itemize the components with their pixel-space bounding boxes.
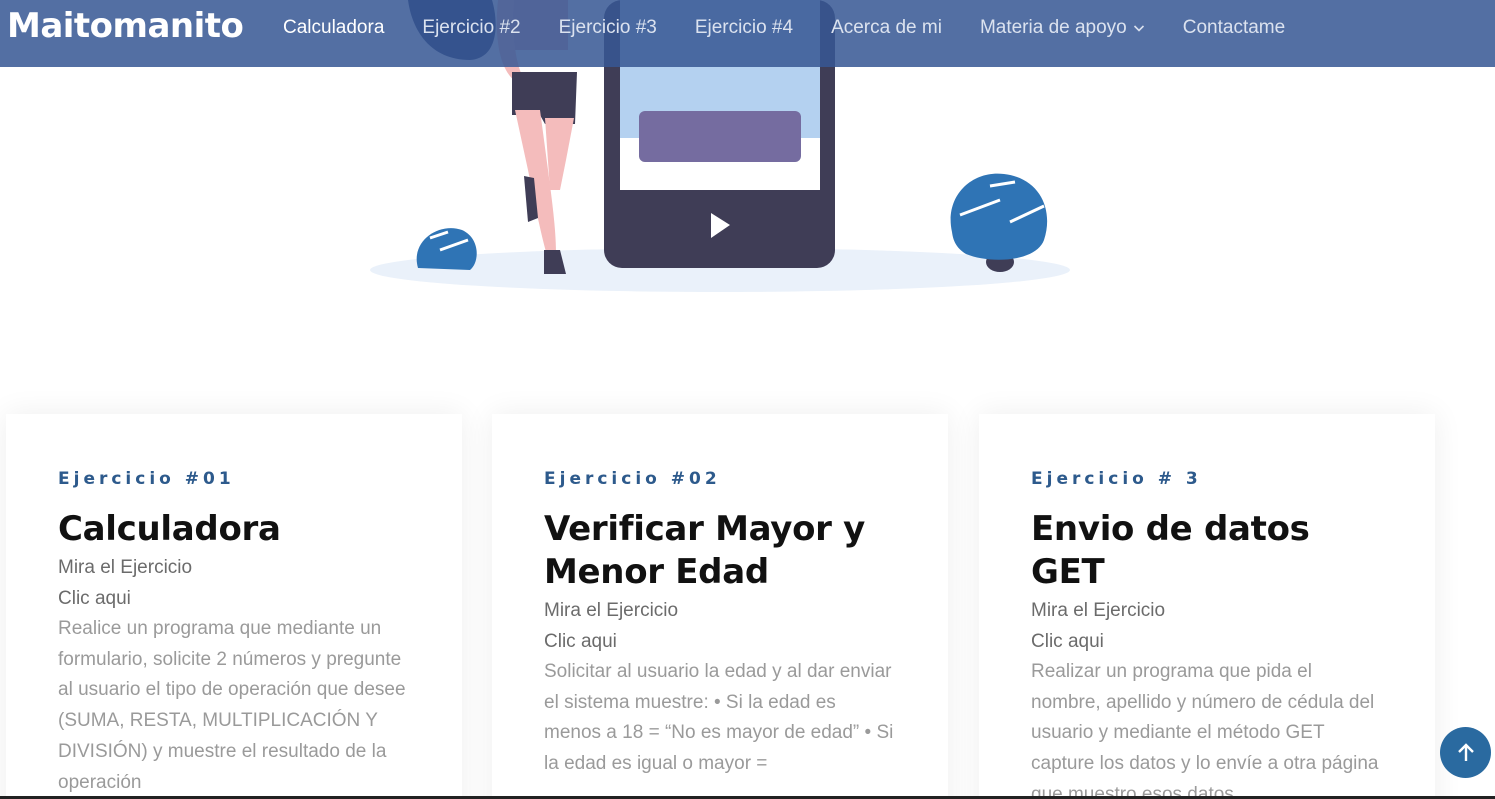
card-label: Ejercicio #02 (544, 469, 721, 489)
nav-menu: Calculadora Ejercicio #2 Ejercicio #3 Ej… (283, 16, 1323, 40)
nav-item-label: Ejercicio #3 (558, 17, 657, 38)
card-description: Realice un programa que mediante un form… (58, 618, 406, 793)
exercise-card-3: Ejercicio # 3 Envio de datos GET Mira el… (979, 414, 1435, 799)
nav-item-materia-de-apoyo[interactable]: Materia de apoyo (980, 16, 1145, 40)
nav-item-label: Acerca de mi (831, 17, 942, 38)
site-logo[interactable]: Maitomanito (7, 6, 244, 46)
back-to-top-button[interactable] (1440, 727, 1491, 778)
exercise-card-1: Ejercicio #01 Calculadora Mira el Ejerci… (6, 414, 462, 799)
nav-item-label: Contactame (1182, 17, 1286, 38)
card-label: Ejercicio #01 (58, 469, 235, 489)
nav-item-acerca-de-mi[interactable]: Acerca de mi (831, 16, 942, 40)
nav-item-label: Ejercicio #2 (422, 17, 521, 38)
nav-item-ejercicio-2[interactable]: Ejercicio #2 (422, 16, 520, 40)
nav-item-ejercicio-4[interactable]: Ejercicio #4 (695, 16, 793, 40)
card-title: Envio de datos GET (1031, 509, 1310, 592)
nav-item-label: Ejercicio #4 (694, 17, 794, 38)
view-exercise-link[interactable]: Mira el Ejercicio (58, 552, 410, 583)
nav-item-label: Materia de apoyo (979, 17, 1127, 38)
click-here-link[interactable]: Clic aqui (1031, 626, 1383, 657)
click-here-link[interactable]: Clic aqui (544, 626, 896, 657)
nav-item-calculadora[interactable]: Calculadora (283, 16, 384, 40)
top-navbar: Maitomanito Calculadora Ejercicio #2 Eje… (0, 0, 1495, 67)
nav-item-contactame[interactable]: Contactame (1183, 16, 1285, 40)
card-description: Solicitar al usuario la edad y al dar en… (544, 661, 894, 775)
view-exercise-link[interactable]: Mira el Ejercicio (544, 595, 896, 626)
card-description: Realizar un programa que pida el nombre,… (1031, 661, 1379, 799)
card-title: Verificar Mayor y Menor Edad (544, 509, 866, 592)
nav-item-label: Calculadora (283, 17, 385, 38)
click-here-link[interactable]: Clic aqui (58, 583, 410, 614)
nav-item-ejercicio-3[interactable]: Ejercicio #3 (559, 16, 657, 40)
arrow-up-icon (1457, 742, 1474, 761)
view-exercise-link[interactable]: Mira el Ejercicio (1031, 595, 1383, 626)
card-title: Calculadora (58, 509, 281, 549)
exercise-card-2: Ejercicio #02 Verificar Mayor y Menor Ed… (492, 414, 948, 799)
chevron-down-icon (1133, 25, 1144, 32)
card-label: Ejercicio # 3 (1031, 469, 1202, 489)
